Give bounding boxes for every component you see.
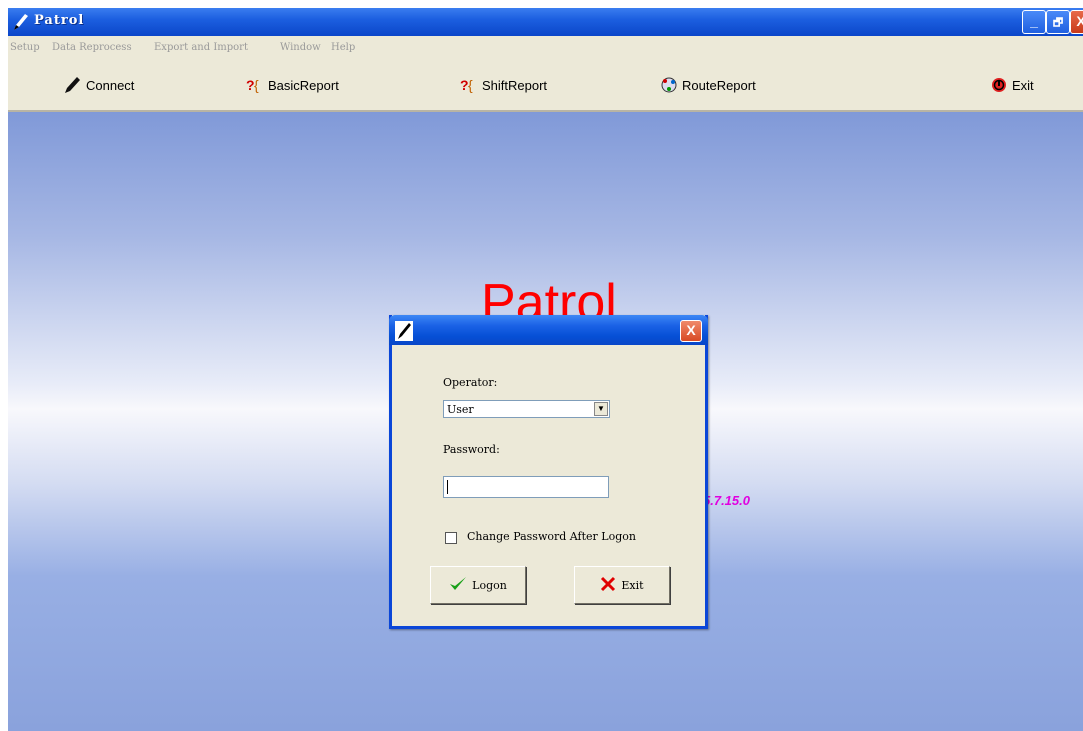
app-title: Patrol [34,13,85,28]
toolbar: Connect ?{ BasicReport ?{ ShiftReport Ro… [8,60,1083,112]
exit-button[interactable]: Exit [574,566,670,604]
close-button[interactable]: X [1070,10,1083,34]
menu-help[interactable]: Help [331,42,355,53]
exit-toolbar-label: Exit [1012,77,1034,93]
menu-window[interactable]: Window [280,42,321,53]
exit-toolbar-button[interactable]: Exit [990,74,1034,96]
report-icon: ?{ [246,76,264,94]
menu-bar: Setup Data Reprocess Export and Import W… [8,36,1083,61]
close-icon: X [686,322,696,338]
operator-label: Operator: [443,376,498,389]
route-icon [660,76,678,94]
operator-value: User [447,403,474,416]
restore-icon: 🗗 [1052,17,1064,29]
svg-text:{: { [254,77,259,93]
basic-report-label: BasicReport [268,77,339,93]
change-password-checkbox[interactable] [445,532,457,544]
svg-text:{: { [468,77,473,93]
connect-label: Connect [86,77,135,93]
minimize-icon: _ [1030,13,1038,29]
exit-label: Exit [621,578,644,592]
exit-icon [990,76,1008,94]
route-report-label: RouteReport [682,77,756,93]
dialog-close-button[interactable]: X [680,320,702,342]
password-label: Password: [443,443,500,456]
route-report-button[interactable]: RouteReport [660,74,756,96]
chevron-down-icon[interactable]: ▼ [594,402,608,416]
pen-icon [395,321,413,341]
pen-icon [12,12,30,32]
change-password-label: Change Password After Logon [467,530,636,543]
dialog-title-bar[interactable]: X [389,315,708,345]
close-icon: X [1076,13,1083,29]
checkmark-icon [449,576,467,595]
x-icon [600,576,616,595]
text-caret [447,480,448,494]
shift-report-label: ShiftReport [482,77,548,93]
logon-label: Logon [472,578,507,592]
connect-button[interactable]: Connect [64,74,134,96]
basic-report-button[interactable]: ?{ BasicReport [246,74,339,96]
operator-select[interactable]: User ▼ [443,400,610,418]
menu-export-import[interactable]: Export and Import [154,42,248,53]
pen-icon [64,76,82,94]
password-field[interactable] [443,476,609,498]
version-label: 5.7.15.0 [703,493,750,508]
logon-button[interactable]: Logon [430,566,526,604]
report-icon: ?{ [460,76,478,94]
logon-dialog: X Operator: User ▼ Password: Change Pass… [389,315,708,629]
restore-button[interactable]: 🗗 [1046,10,1070,34]
menu-data-reprocess[interactable]: Data Reprocess [52,42,132,53]
shift-report-button[interactable]: ?{ ShiftReport [460,74,547,96]
menu-setup[interactable]: Setup [10,42,40,53]
app-title-bar[interactable]: Patrol _ 🗗 X [8,8,1083,36]
minimize-button[interactable]: _ [1022,10,1046,34]
